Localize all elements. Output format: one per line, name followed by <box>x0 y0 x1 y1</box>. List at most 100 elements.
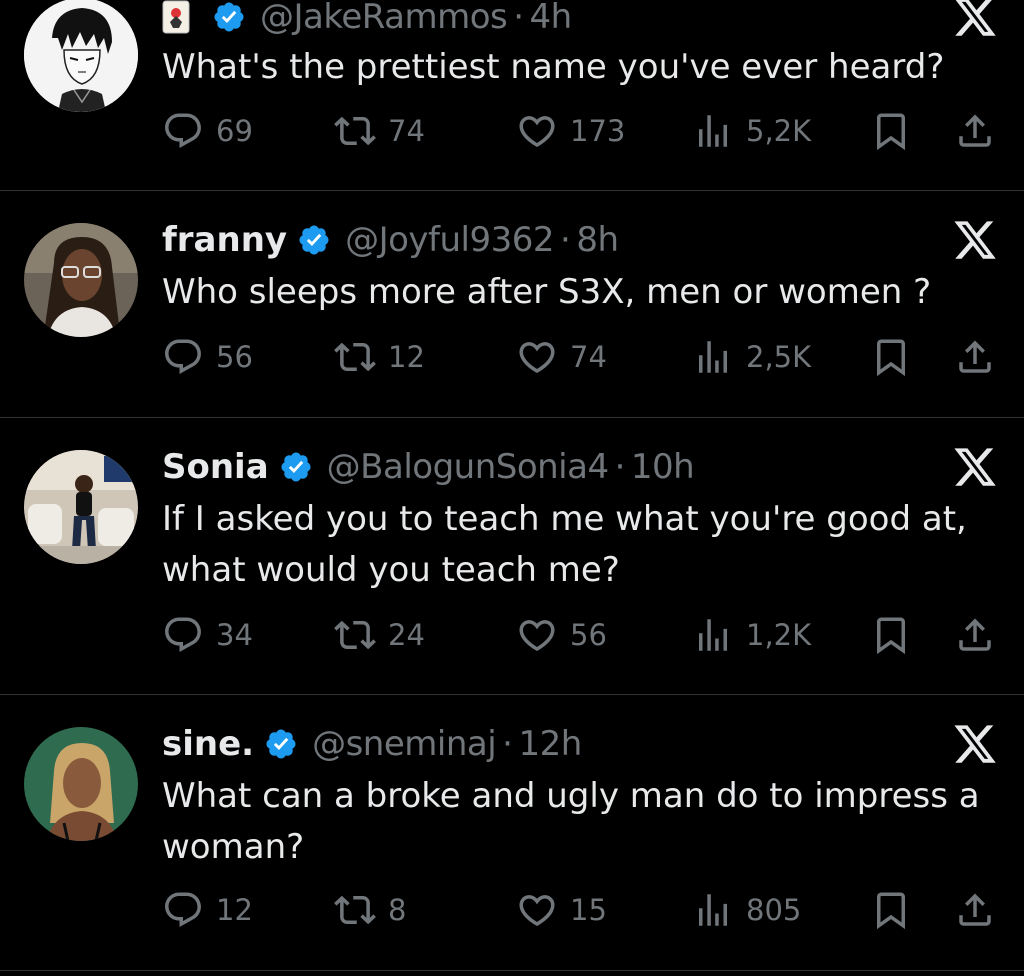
avatar[interactable] <box>24 223 138 337</box>
repost-button[interactable]: 8 <box>334 889 406 931</box>
reply-count: 34 <box>216 618 253 652</box>
tweet-time[interactable]: 8h <box>576 223 619 257</box>
tweet-time[interactable]: 10h <box>631 450 695 484</box>
bookmark-icon <box>870 110 912 152</box>
reply-button[interactable]: 56 <box>162 336 253 378</box>
share-icon <box>954 889 996 931</box>
bookmark-button[interactable] <box>870 889 912 931</box>
repost-icon <box>334 110 376 152</box>
reply-button[interactable]: 12 <box>162 889 253 931</box>
views-count: 805 <box>746 893 802 927</box>
tweet-actions: 56 12 74 2,5K <box>162 336 1002 386</box>
avatar[interactable] <box>24 450 138 564</box>
photo-avatar-image <box>24 450 138 564</box>
like-button[interactable]: 173 <box>516 110 625 152</box>
tweet-time[interactable]: 4h <box>530 0 573 34</box>
heart-icon <box>516 110 558 152</box>
tweet-card[interactable]: Sonia @BalogunSonia4 · 10h If I asked yo… <box>0 418 1024 694</box>
reply-button[interactable]: 34 <box>162 614 253 656</box>
tweet-author-name[interactable]: Sonia <box>162 450 269 484</box>
tweet-handle[interactable]: @BalogunSonia4 <box>327 450 609 484</box>
like-button[interactable]: 15 <box>516 889 607 931</box>
tweet-actions: 69 74 173 5,2K <box>162 110 1002 160</box>
like-count: 74 <box>570 340 607 374</box>
tweet-header: Sonia @BalogunSonia4 · 10h <box>162 442 695 492</box>
bookmark-button[interactable] <box>870 336 912 378</box>
heart-icon <box>516 614 558 656</box>
tweet-actions: 12 8 15 805 <box>162 889 1002 939</box>
share-button[interactable] <box>954 336 996 378</box>
verified-badge-icon <box>297 223 331 257</box>
tweet-card[interactable]: @JakeRammos · 4h What's the prettiest na… <box>0 0 1024 190</box>
avatar[interactable] <box>24 0 138 112</box>
tweet-author-name[interactable]: sine. <box>162 727 254 761</box>
share-button[interactable] <box>954 889 996 931</box>
views-icon <box>692 889 734 931</box>
tweet-handle[interactable]: @JakeRammos <box>260 0 508 34</box>
reply-count: 12 <box>216 893 253 927</box>
views-button[interactable]: 805 <box>692 889 801 931</box>
like-count: 173 <box>570 114 626 148</box>
like-button[interactable]: 56 <box>516 614 607 656</box>
dot-separator: · <box>502 724 513 764</box>
verified-badge-icon <box>212 0 246 34</box>
divider <box>0 970 1024 971</box>
share-button[interactable] <box>954 110 996 152</box>
views-icon <box>692 336 734 378</box>
tweet-handle[interactable]: @sneminaj <box>312 727 497 761</box>
x-logo-icon <box>952 217 998 263</box>
share-icon <box>954 110 996 152</box>
repost-count: 12 <box>388 340 425 374</box>
bookmark-icon <box>870 614 912 656</box>
share-icon <box>954 614 996 656</box>
x-logo-icon <box>952 444 998 490</box>
tweet-text: What's the prettiest name you've ever he… <box>162 47 945 87</box>
reply-button[interactable]: 69 <box>162 110 253 152</box>
tweet-text: What can a broke and ugly man do to impr… <box>162 776 980 867</box>
repost-button[interactable]: 12 <box>334 336 425 378</box>
share-icon <box>954 336 996 378</box>
dot-separator: · <box>560 220 571 260</box>
dot-separator: · <box>513 0 524 37</box>
joker-card-emoji-icon <box>162 0 190 34</box>
verified-badge-icon <box>264 727 298 761</box>
views-count: 2,5K <box>746 340 812 374</box>
views-button[interactable]: 5,2K <box>692 110 811 152</box>
repost-count: 74 <box>388 114 425 148</box>
repost-button[interactable]: 24 <box>334 614 425 656</box>
bookmark-button[interactable] <box>870 110 912 152</box>
repost-button[interactable]: 74 <box>334 110 425 152</box>
views-count: 1,2K <box>746 618 812 652</box>
bookmark-icon <box>870 889 912 931</box>
bookmark-icon <box>870 336 912 378</box>
reply-count: 56 <box>216 340 253 374</box>
tweet-header: sine. @sneminaj · 12h <box>162 719 582 769</box>
photo-avatar-image <box>24 223 138 337</box>
like-count: 15 <box>570 893 607 927</box>
like-button[interactable]: 74 <box>516 336 607 378</box>
like-count: 56 <box>570 618 607 652</box>
tweet-header: @JakeRammos · 4h <box>162 0 572 42</box>
views-icon <box>692 110 734 152</box>
repost-count: 24 <box>388 618 425 652</box>
tweet-author-name[interactable]: franny <box>162 223 287 257</box>
tweet-header: franny @Joyful9362 · 8h <box>162 215 619 265</box>
tweet-actions: 34 24 56 1,2K <box>162 614 1002 664</box>
x-logo-icon <box>952 721 998 767</box>
bookmark-button[interactable] <box>870 614 912 656</box>
tweet-card[interactable]: franny @Joyful9362 · 8h Who sleeps more … <box>0 191 1024 417</box>
tweet-handle[interactable]: @Joyful9362 <box>345 223 554 257</box>
reply-count: 69 <box>216 114 253 148</box>
views-count: 5,2K <box>746 114 812 148</box>
tweet-card[interactable]: sine. @sneminaj · 12h What can a broke a… <box>0 695 1024 970</box>
views-icon <box>692 614 734 656</box>
x-logo-icon <box>952 0 998 40</box>
dot-separator: · <box>614 447 626 487</box>
share-button[interactable] <box>954 614 996 656</box>
views-button[interactable]: 2,5K <box>692 336 811 378</box>
heart-icon <box>516 889 558 931</box>
views-button[interactable]: 1,2K <box>692 614 811 656</box>
avatar[interactable] <box>24 727 138 841</box>
heart-icon <box>516 336 558 378</box>
tweet-time[interactable]: 12h <box>518 727 582 761</box>
